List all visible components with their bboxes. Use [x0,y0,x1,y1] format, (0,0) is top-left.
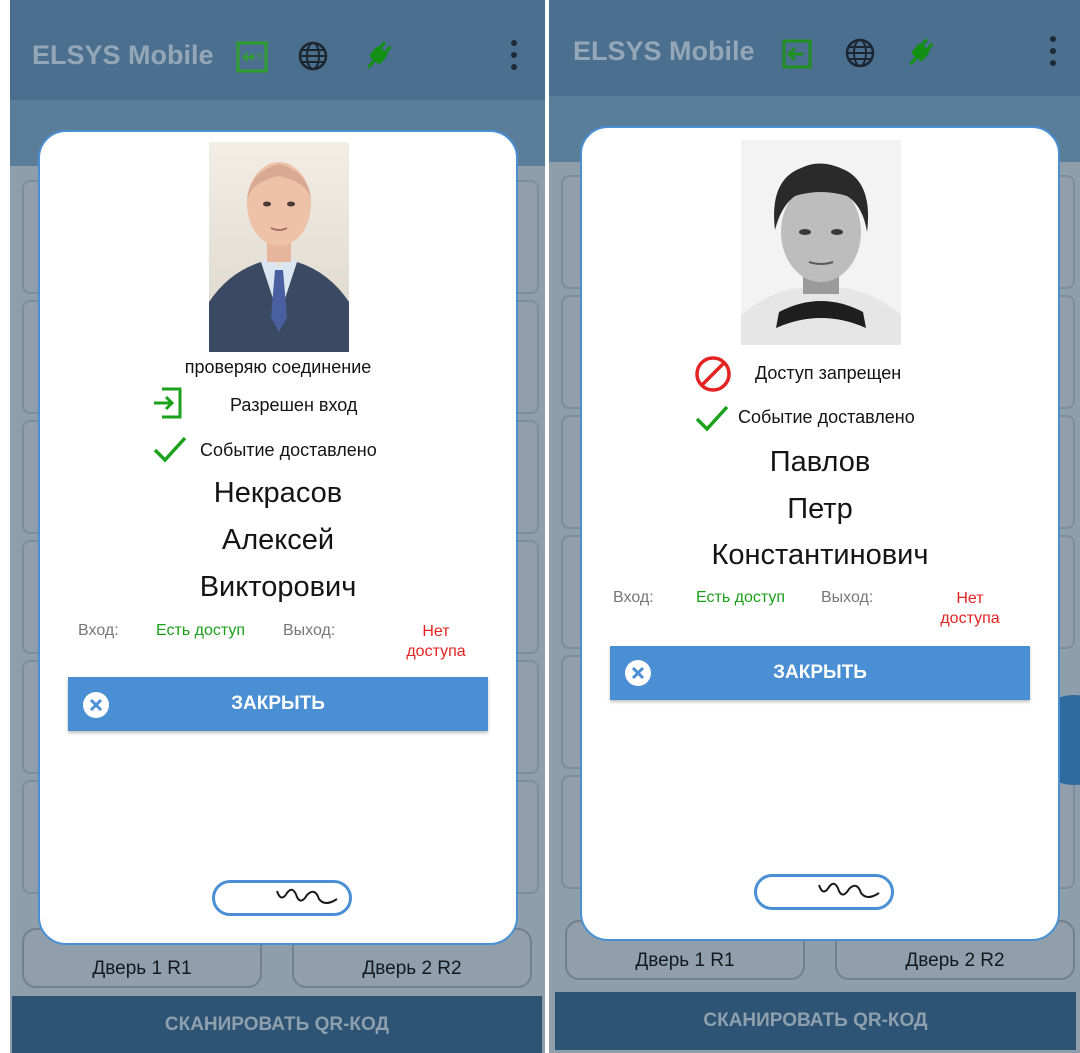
delivery-status: Событие доставлено [200,440,377,460]
entry-value: Есть доступ [696,589,786,606]
patronymic: Константинович [711,539,929,571]
entry-value: Есть доступ [156,622,246,639]
access-dialog: проверяю соединение Разрешен вход Событи… [38,130,518,945]
exit-value: Нет доступа [406,623,466,660]
checkmark-icon [153,436,187,463]
close-icon [625,660,651,686]
exit-label: Выход: [283,622,336,639]
first-name: Алексей [221,524,335,556]
prohibited-icon [695,356,731,392]
close-label: ЗАКРЫТЬ [773,662,867,683]
app-title: ELSYS Mobile [32,40,214,70]
access-result: Доступ запрещен [755,363,902,383]
last-name: Павлов [769,446,871,478]
app-title: ELSYS Mobile [573,36,755,66]
close-button[interactable]: ЗАКРЫТЬ [610,646,1030,700]
scan-qr-button[interactable]: СКАНИРОВАТЬ QR-КОД [12,996,542,1053]
scan-qr-button[interactable]: СКАНИРОВАТЬ QR-КОД [555,992,1076,1050]
globe-icon[interactable] [844,37,876,69]
close-label: ЗАКРЫТЬ [231,693,325,714]
left-screen: ELSYS Mobile ? Дверь 1 R1 Дверь 2 R2 СКА… [10,0,545,1053]
plug-icon[interactable] [360,38,396,74]
right-screen: ELSYS Mobile Дверь 1 R1 Дверь 2 R2 СКАНИ… [549,0,1080,1053]
plug-icon[interactable] [902,35,938,71]
close-button[interactable]: ЗАКРЫТЬ [68,677,488,731]
signature-pill [754,874,894,910]
close-icon [83,692,109,718]
employee-photo [741,140,901,345]
signature-pill [212,880,352,916]
connection-status: проверяю соединение [184,357,372,377]
more-vert-icon[interactable] [510,40,518,72]
checkmark-icon [695,405,729,432]
entry-label: Вход: [78,622,119,639]
access-dialog: Доступ запрещен Событие доставлено Павло… [580,126,1060,941]
direction-unknown-icon[interactable]: ? [235,40,269,74]
globe-icon[interactable] [297,40,329,72]
last-name: Некрасов [213,477,343,509]
entry-label: Вход: [613,589,654,606]
more-vert-icon[interactable] [1049,36,1057,68]
patronymic: Викторович [199,571,357,603]
delivery-status: Событие доставлено [738,407,915,427]
first-name: Петр [787,493,853,525]
exit-value: Нет доступа [940,590,1000,627]
access-result: Разрешен вход [230,395,358,415]
employee-photo [209,142,349,352]
entry-icon[interactable] [781,38,813,70]
entry-icon [154,387,182,419]
exit-label: Выход: [821,589,874,606]
svg-text:?: ? [256,52,262,64]
